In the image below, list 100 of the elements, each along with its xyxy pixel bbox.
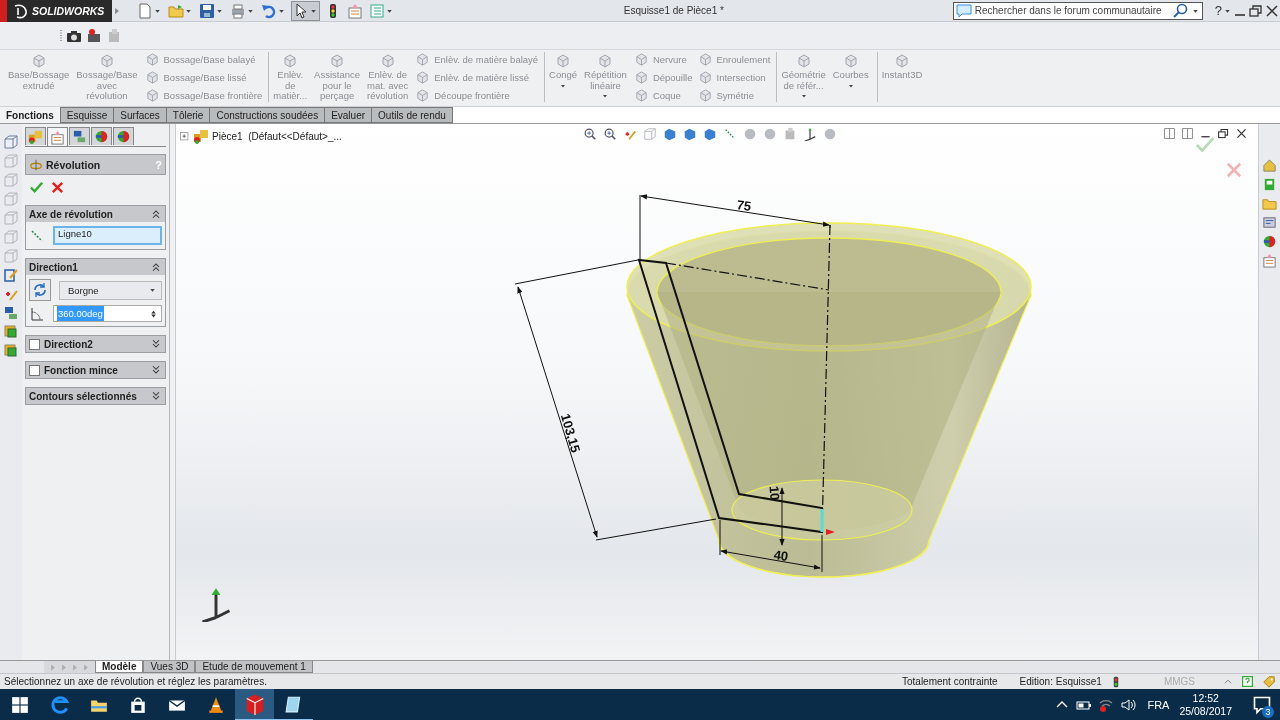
zoom-area-icon[interactable]	[603, 127, 617, 141]
traffic-cone-icon	[206, 696, 225, 714]
feature-icon	[697, 88, 713, 103]
zoom-fit-icon[interactable]	[583, 127, 597, 141]
checklist-icon[interactable]	[369, 2, 385, 19]
browser-icon	[50, 696, 69, 714]
chevron-icon[interactable]	[150, 261, 162, 273]
record-icon[interactable]	[86, 27, 102, 44]
ds-logo-icon	[13, 2, 29, 19]
tab[interactable]: Constructions soudées	[209, 107, 326, 123]
tile-icon[interactable]	[1181, 127, 1194, 140]
section-header[interactable]: Axe de révolution	[26, 206, 165, 222]
feature-icon	[894, 53, 910, 69]
globe-icon[interactable]	[1262, 234, 1277, 249]
panel-tab[interactable]	[69, 127, 90, 145]
tab[interactable]: Outils de rendu	[371, 107, 453, 123]
tab[interactable]: Vues 3D	[143, 661, 196, 673]
undo-icon[interactable]	[261, 2, 277, 19]
section-header[interactable]: Direction1	[26, 259, 165, 275]
dimension-value[interactable]: 103,15	[557, 411, 584, 455]
dimension-line[interactable]	[719, 519, 823, 573]
checkbox[interactable]	[29, 338, 40, 350]
view-cube-icon[interactable]	[683, 127, 697, 141]
tab[interactable]: Modèle	[95, 661, 144, 673]
clock-date: 25/08/2017	[1179, 705, 1232, 718]
dimension-line[interactable]	[779, 487, 785, 546]
search-icon[interactable]	[1171, 2, 1188, 19]
tab[interactable]: Surfaces	[113, 107, 167, 123]
ok-icon[interactable]	[29, 180, 44, 195]
panel-title: Révolution	[46, 158, 102, 171]
view-cube-icon[interactable]	[663, 127, 677, 141]
checkbox[interactable]	[29, 364, 40, 376]
tree-item[interactable]: Pièce1 (Défaut<<Défaut>_...	[212, 130, 342, 142]
panel-tab[interactable]	[25, 127, 46, 145]
brand-name: SOLIDWORKS	[32, 4, 105, 17]
cursor-icon[interactable]	[293, 2, 309, 19]
printer-icon[interactable]	[230, 2, 246, 19]
feature-icon	[633, 88, 649, 103]
chevron-icon[interactable]	[150, 208, 162, 220]
save-icon[interactable]	[199, 2, 215, 19]
layers-icon[interactable]	[3, 324, 19, 340]
layers-icon[interactable]	[3, 343, 19, 359]
dimension-value[interactable]: 75	[735, 197, 753, 214]
angle-icon	[29, 305, 45, 322]
help-button[interactable]: ?	[1214, 3, 1222, 18]
section-title: Contours sélectionnés	[29, 390, 138, 402]
chat-bubble-icon	[955, 2, 972, 19]
panel-tab[interactable]	[113, 127, 134, 145]
feature-icon	[144, 70, 160, 85]
section-header[interactable]: Fonction mince	[26, 362, 165, 378]
chevron-icon[interactable]	[150, 338, 162, 350]
cone-model-drawing[interactable]	[626, 222, 1032, 578]
section-header[interactable]: Contours sélectionnés	[26, 388, 165, 404]
tab[interactable]: Etude de mouvement 1	[195, 661, 313, 673]
input-field[interactable]: Ligne10	[53, 226, 162, 245]
speaker-icon[interactable]	[1120, 697, 1137, 713]
tab[interactable]: Tôlerie	[165, 107, 211, 123]
reverse-direction-button[interactable]	[29, 279, 51, 301]
section-header[interactable]: Direction2	[26, 336, 165, 352]
clock-time: 12:52	[1192, 692, 1219, 705]
tile-icon[interactable]	[1163, 127, 1176, 140]
cube-icon[interactable]	[3, 134, 19, 150]
panel-tab[interactable]	[91, 127, 112, 145]
tree-icon	[28, 129, 43, 144]
feature-icon	[697, 70, 713, 85]
dimension-value[interactable]: 10	[766, 485, 783, 501]
dimension-line[interactable]	[514, 259, 717, 541]
book-icon[interactable]	[1262, 177, 1277, 192]
sketch-profile[interactable]	[637, 258, 823, 534]
cancel-icon[interactable]	[50, 180, 65, 195]
section-title: Fonction mince	[44, 364, 119, 376]
panel-tab[interactable]	[47, 127, 68, 146]
tab[interactable]: Esquisse	[59, 107, 115, 123]
expand-icon[interactable]	[179, 130, 190, 142]
help-box-icon[interactable]	[1241, 675, 1254, 688]
triad-icon[interactable]	[803, 127, 817, 141]
notification-badge: 3	[1262, 706, 1274, 718]
close-icon[interactable]	[1235, 127, 1248, 140]
tag-icon[interactable]	[1262, 674, 1276, 689]
chevron-icon[interactable]	[150, 364, 162, 376]
dimension-value[interactable]: 40	[772, 547, 790, 564]
tab[interactable]: Evaluer	[324, 107, 373, 123]
rotate-arrows-icon	[32, 282, 48, 298]
restore-icon[interactable]	[1217, 127, 1230, 140]
feature-icon	[842, 53, 859, 69]
wifi-icon[interactable]	[1098, 697, 1115, 713]
end-condition-dropdown[interactable]: Borgne	[59, 280, 162, 300]
sketch-icon[interactable]	[3, 267, 19, 283]
feature-icon	[30, 53, 47, 69]
language-indicator[interactable]: FRA	[1147, 699, 1170, 711]
restore-icon[interactable]	[1248, 2, 1264, 19]
cube-icon[interactable]	[703, 127, 717, 141]
clock[interactable]: 12:52 25/08/2017	[1179, 689, 1232, 720]
close-icon[interactable]	[1264, 2, 1280, 19]
notification-icon[interactable]	[1252, 695, 1272, 715]
options-icon[interactable]	[1262, 253, 1277, 268]
tab[interactable]: Fonctions	[0, 107, 61, 123]
blocks-icon[interactable]	[3, 305, 19, 321]
search-field[interactable]: Rechercher dans le forum communautaire	[952, 1, 1203, 20]
chevron-icon[interactable]	[150, 390, 162, 402]
